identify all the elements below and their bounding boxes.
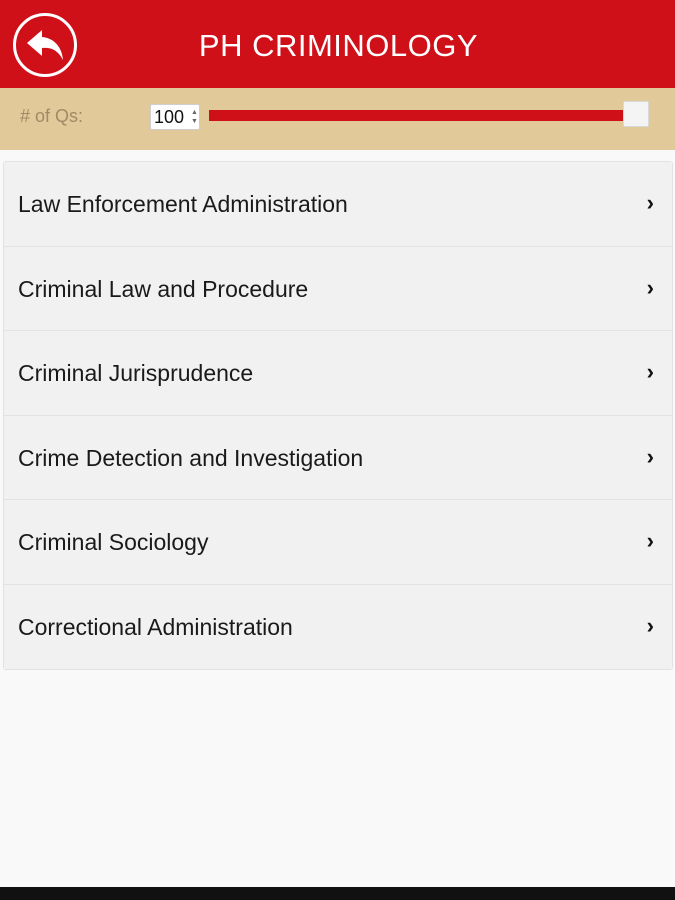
subject-item-crime-detection-and-investigation[interactable]: Crime Detection and Investigation › xyxy=(4,415,672,500)
list-item-label: Criminal Sociology xyxy=(18,529,209,555)
subject-list: Law Enforcement Administration › Crimina… xyxy=(3,161,673,670)
app-screen: PH CRIMINOLOGY # of Qs: 100 ▲ ▼ Law Enfor… xyxy=(0,0,675,900)
subject-item-criminal-law-and-procedure[interactable]: Criminal Law and Procedure › xyxy=(4,246,672,331)
page-title: PH CRIMINOLOGY xyxy=(198,28,479,63)
chevron-right-icon: › xyxy=(646,359,654,384)
subject-item-law-enforcement-administration[interactable]: Law Enforcement Administration › xyxy=(4,162,672,247)
chevron-right-icon: › xyxy=(646,528,654,553)
chevron-right-icon: › xyxy=(646,612,654,638)
subject-item-criminal-jurisprudence[interactable]: Criminal Jurisprudence › xyxy=(4,331,672,416)
question-count-slider[interactable] xyxy=(209,110,635,121)
question-count-input[interactable]: 100 ▲ ▼ xyxy=(150,104,200,130)
question-count-label: # of Qs: xyxy=(20,106,84,126)
subject-item-correctional-administration[interactable]: Correctional Administration › xyxy=(4,584,672,669)
list-item-label: Criminal Law and Procedure xyxy=(18,275,309,302)
chevron-right-icon: › xyxy=(646,190,654,215)
slider-handle[interactable] xyxy=(623,101,649,127)
chevron-right-icon: › xyxy=(646,274,654,300)
system-navigation-bar xyxy=(0,887,675,900)
spinner-arrows-icon[interactable]: ▲ ▼ xyxy=(191,108,198,126)
list-item-label: Correctional Administration xyxy=(18,613,293,640)
list-item-label: Crime Detection and Investigation xyxy=(18,444,364,471)
app-header: PH CRIMINOLOGY xyxy=(0,0,675,88)
question-count-value: 100 xyxy=(154,107,185,127)
subject-item-criminal-sociology[interactable]: Criminal Sociology › xyxy=(4,500,672,585)
chevron-right-icon: › xyxy=(646,443,654,469)
list-item-label: Law Enforcement Administration xyxy=(18,191,348,217)
list-item-label: Criminal Jurisprudence xyxy=(18,360,254,386)
